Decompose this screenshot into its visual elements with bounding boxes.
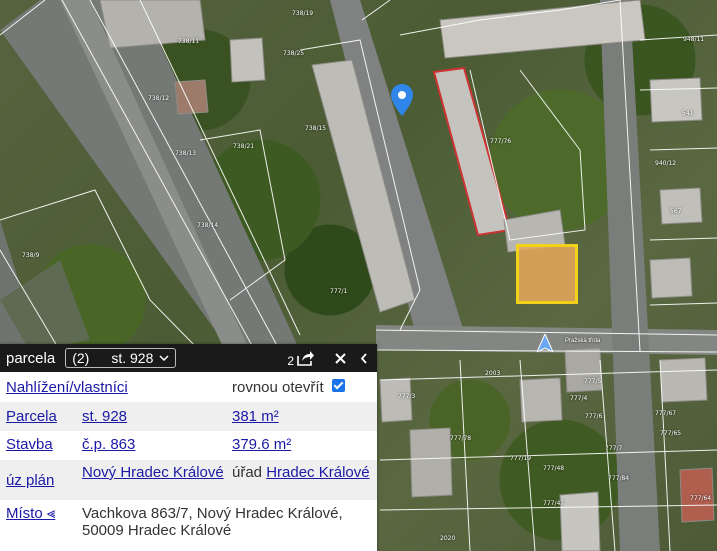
parcel-label-link[interactable]: Parcela bbox=[6, 408, 82, 425]
ownership-row: Nahlížení/vlastníci rovnou otevřít bbox=[0, 372, 377, 402]
parcel-number-link[interactable]: st. 928 bbox=[82, 408, 232, 425]
parcel-label: 738/11 bbox=[178, 38, 200, 45]
chevron-down-icon bbox=[159, 355, 169, 362]
street-label: Pražská třída bbox=[565, 338, 601, 344]
panel-title: parcela bbox=[6, 349, 56, 367]
parcel-info-panel: parcela (2) st. 928 2 Nahlížení/vlastníc… bbox=[0, 344, 377, 551]
parcel-label: 567 bbox=[670, 208, 682, 215]
parcel-label: 738/13 bbox=[175, 150, 197, 157]
selected-parcel-highlight[interactable] bbox=[516, 244, 578, 304]
share-count-badge: 2 bbox=[287, 354, 294, 368]
parcel-area-link[interactable]: 381 m² bbox=[232, 408, 279, 425]
parcel-label: 541 bbox=[682, 110, 694, 117]
location-pin-icon[interactable] bbox=[391, 84, 413, 116]
building-row: Stavba č.p. 863 379.6 m² bbox=[0, 431, 377, 460]
parcel-label: 940/12 bbox=[655, 160, 677, 167]
close-icon[interactable] bbox=[329, 347, 351, 369]
share-icon[interactable] bbox=[295, 347, 317, 369]
parcel-label: 777/67 bbox=[655, 410, 677, 417]
parcel-label: 2020 bbox=[440, 535, 456, 542]
parcel-label: 777/3 bbox=[398, 393, 416, 400]
cadastral-area-link[interactable]: Nový Hradec Králové bbox=[82, 464, 224, 481]
parcel-selector-value: st. 928 bbox=[111, 350, 154, 366]
land-registry-label-link[interactable]: úz plán bbox=[6, 464, 82, 489]
building-area-link[interactable]: 379.6 m² bbox=[232, 436, 291, 453]
parcel-label: 777/47 bbox=[543, 500, 565, 507]
building-number-link[interactable]: č.p. 863 bbox=[82, 436, 232, 453]
parcel-label: 777/7 bbox=[605, 445, 623, 452]
parcel-count: (2) bbox=[72, 350, 90, 366]
parcel-label: 2003 bbox=[485, 370, 501, 377]
office-link[interactable]: Hradec Králové bbox=[266, 464, 369, 481]
parcel-label: 777/48 bbox=[543, 465, 565, 472]
place-row: Místo ⪡ Vachkova 863/7, Nový Hradec Král… bbox=[0, 500, 377, 543]
parcel-label: 777/19 bbox=[510, 455, 532, 462]
place-label-link[interactable]: Místo ⪡ bbox=[6, 505, 82, 522]
parcel-label: 777/76 bbox=[490, 138, 512, 145]
address-text: Vachkova 863/7, Nový Hradec Králové, 500… bbox=[82, 505, 343, 539]
parcel-label: 738/21 bbox=[233, 143, 255, 150]
parcel-selector[interactable]: (2) st. 928 bbox=[65, 348, 177, 368]
parcel-label: 738/9 bbox=[22, 252, 40, 259]
parcel-label: 777/1 bbox=[330, 288, 348, 295]
parcel-label: 738/14 bbox=[197, 222, 219, 229]
open-directly-label: rovnou otevřít bbox=[232, 379, 324, 396]
parcel-label: 777/65 bbox=[660, 430, 682, 437]
navigation-arrow-icon[interactable] bbox=[537, 334, 553, 352]
parcel-label: 738/19 bbox=[292, 10, 314, 17]
panel-header: parcela (2) st. 928 2 bbox=[0, 344, 377, 372]
parcel-label: 777/64 bbox=[690, 495, 712, 502]
parcel-label: 948/11 bbox=[683, 36, 705, 43]
parcel-label: 777/5 bbox=[584, 378, 602, 385]
parcel-label: 777/4 bbox=[570, 395, 588, 402]
panel-header-actions: 2 bbox=[287, 347, 377, 369]
parcel-label: 777/78 bbox=[450, 435, 472, 442]
ownership-link[interactable]: Nahlížení/vlastníci bbox=[6, 379, 232, 396]
office-prefix: úřad bbox=[232, 464, 263, 481]
parcel-label: 738/15 bbox=[305, 125, 327, 132]
parcel-label: 738/25 bbox=[283, 50, 305, 57]
chevron-left-icon[interactable] bbox=[353, 347, 375, 369]
open-directly-checkbox[interactable] bbox=[331, 379, 345, 392]
building-label-link[interactable]: Stavba bbox=[6, 436, 82, 453]
parcel-label: 777/6 bbox=[585, 413, 603, 420]
panel-rows: Nahlížení/vlastníci rovnou otevřít Parce… bbox=[0, 372, 377, 543]
parcel-label: 738/12 bbox=[148, 95, 170, 102]
parcel-label: 777/84 bbox=[608, 475, 630, 482]
land-registry-row: úz plán Nový Hradec Králové úřad Hradec … bbox=[0, 460, 377, 500]
parcel-row: Parcela st. 928 381 m² bbox=[0, 402, 377, 431]
